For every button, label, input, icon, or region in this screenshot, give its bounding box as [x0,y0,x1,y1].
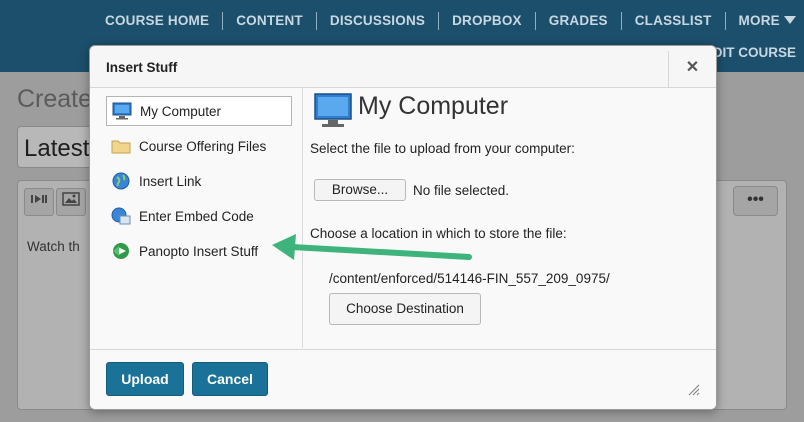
nav-discussions[interactable]: DISCUSSIONS [315,12,438,30]
computer-icon [112,102,132,120]
browse-button[interactable]: Browse... [314,179,406,201]
source-my-computer[interactable]: My Computer [106,96,292,126]
globe-icon [111,172,131,190]
panopto-icon [111,242,131,260]
nav-dropbox[interactable]: DROPBOX [438,12,535,30]
dialog-footer: Upload Cancel [90,349,716,409]
source-enter-embed-code[interactable]: Enter Embed Code [106,201,292,231]
insert-image-tool[interactable] [56,188,86,216]
panel-heading: My Computer [358,92,509,120]
embed-icon [111,207,131,225]
caret-down-icon [783,16,796,24]
editor-content-text: Watch th [27,239,80,254]
nav-classlist[interactable]: CLASSLIST [620,12,725,30]
insert-stuff-tool[interactable] [24,188,54,216]
source-label: Insert Link [139,173,202,189]
source-insert-link[interactable]: Insert Link [106,166,292,196]
close-button[interactable]: ✕ [668,51,716,87]
select-file-prompt: Select the file to upload from your comp… [310,141,575,156]
image-icon [62,192,80,206]
source-label: My Computer [140,103,222,119]
source-list: My Computer Course Offering Files Insert… [90,88,303,348]
edit-course-link[interactable]: DIT COURSE [713,45,796,60]
dialog-header: Insert Stuff ✕ [90,46,716,88]
source-course-offering-files[interactable]: Course Offering Files [106,131,292,161]
source-panopto-insert-stuff[interactable]: Panopto Insert Stuff [106,236,292,266]
source-panel: My Computer Select the file to upload fr… [304,88,716,348]
source-label: Enter Embed Code [139,208,254,224]
nav-more[interactable]: MORE [724,12,804,30]
nav-list: COURSE HOME CONTENT DISCUSSIONS DROPBOX … [92,12,804,30]
dialog-title: Insert Stuff [106,60,178,75]
nav-grades[interactable]: GRADES [534,12,621,30]
upload-button[interactable]: Upload [106,362,184,396]
nav-content[interactable]: CONTENT [222,12,316,30]
location-prompt: Choose a location in which to store the … [310,226,567,241]
close-icon: ✕ [685,59,700,76]
nav-course-home[interactable]: COURSE HOME [92,12,222,30]
nav-more-label: MORE [738,13,780,28]
cancel-button[interactable]: Cancel [192,362,268,396]
page-title: Create [17,85,93,113]
computer-large-icon [314,93,352,134]
insert-stuff-icon [31,195,47,203]
choose-destination-button[interactable]: Choose Destination [329,293,481,325]
source-label: Panopto Insert Stuff [139,243,259,259]
insert-stuff-dialog: Insert Stuff ✕ My Computer Course Offeri… [89,45,717,410]
destination-path: /content/enforced/514146-FIN_557_209_097… [329,271,610,286]
resize-grip-icon[interactable] [686,382,700,396]
file-status-text: No file selected. [413,183,510,198]
more-actions-button[interactable]: ••• [733,186,778,216]
source-label: Course Offering Files [139,138,267,154]
content-title-field: Latest [24,135,90,162]
folder-icon [111,137,131,155]
